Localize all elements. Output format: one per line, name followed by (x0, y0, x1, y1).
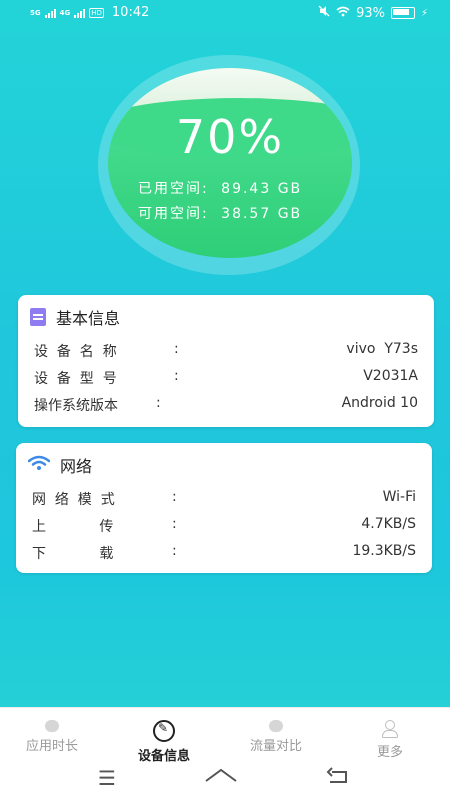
back-icon[interactable] (326, 766, 350, 791)
charging-icon: ⚡ (420, 7, 428, 19)
nav-label: 更多 (376, 745, 403, 760)
net-colon: : (172, 543, 177, 559)
network-title: 网络 (60, 457, 93, 476)
nav-item-more[interactable]: 更多 (340, 720, 440, 760)
info-colon: : (174, 341, 179, 357)
drop-icon (269, 720, 283, 732)
drop-icon (45, 720, 59, 732)
basic-info-card: 基本信息 设 备 名 称 : vivo Y73s 设 备 型 号 : V2031… (18, 295, 434, 427)
used-space-value: 89.43 GB (221, 181, 303, 197)
net-value: Wi-Fi (382, 489, 416, 505)
net-key: 网 络 模 式 (32, 492, 115, 508)
net-value: 4.7KB/S (361, 516, 416, 532)
used-space-label: 已用空间: (138, 181, 209, 197)
info-colon: : (174, 368, 179, 384)
signal-4g-icon (74, 8, 86, 18)
signal-5g-icon (44, 8, 56, 18)
net-colon: : (172, 516, 177, 532)
nav-item-device-info[interactable]: 设备信息 (114, 720, 214, 764)
status-right: 93% ⚡ (318, 5, 428, 21)
network-card: 网络 网 络 模 式 : Wi-Fi 上 传 : 4.7KB/S 下 载 : 1… (16, 443, 432, 573)
storage-percent: 70% (175, 110, 285, 164)
net-key: 下 载 (32, 546, 114, 562)
status-left: 5G 4G HD 10:42 (30, 5, 149, 20)
info-colon: : (156, 395, 161, 411)
battery-percent: 93% (356, 5, 385, 21)
info-value: Android 10 (341, 395, 418, 411)
home-icon[interactable] (204, 766, 238, 791)
person-icon (381, 720, 399, 738)
basic-info-title: 基本信息 (56, 309, 121, 328)
network-5g-label: 5G (30, 8, 41, 17)
info-value: vivo Y73s (346, 341, 418, 357)
wrench-icon (153, 720, 175, 742)
info-key: 设 备 名 称 (34, 344, 117, 360)
battery-icon (390, 7, 415, 19)
free-space-row: 可用空间: 38.57 GB (138, 203, 302, 223)
network-4g-label: 4G (59, 8, 71, 17)
wifi-status-icon (336, 6, 350, 21)
net-colon: : (172, 489, 177, 505)
nav-item-traffic-compare[interactable]: 流量对比 (226, 720, 326, 754)
nav-item-app-usage[interactable]: 应用时长 (2, 720, 102, 754)
nav-label: 流量对比 (249, 739, 302, 754)
wifi-icon (27, 455, 51, 475)
info-value: V2031A (363, 368, 418, 384)
free-space-label: 可用空间: (138, 206, 209, 222)
net-key: 上 传 (32, 519, 114, 535)
network-header: 网络 (27, 453, 93, 477)
net-value: 19.3KB/S (352, 543, 416, 559)
status-time: 10:42 (111, 5, 150, 20)
system-nav-bar: ☰ (0, 760, 450, 800)
status-bar: 5G 4G HD 10:42 93% ⚡ (0, 0, 450, 28)
nav-label: 应用时长 (25, 739, 78, 754)
mute-icon (318, 5, 330, 21)
info-key: 操作系统版本 (34, 398, 118, 414)
basic-info-header: 基本信息 (30, 305, 120, 329)
used-space-row: 已用空间: 89.43 GB (138, 178, 302, 198)
info-key: 设 备 型 号 (34, 371, 117, 387)
free-space-value: 38.57 GB (221, 206, 303, 222)
menu-icon[interactable]: ☰ (98, 766, 116, 790)
hd-badge: HD (89, 7, 104, 18)
document-icon (30, 308, 46, 326)
